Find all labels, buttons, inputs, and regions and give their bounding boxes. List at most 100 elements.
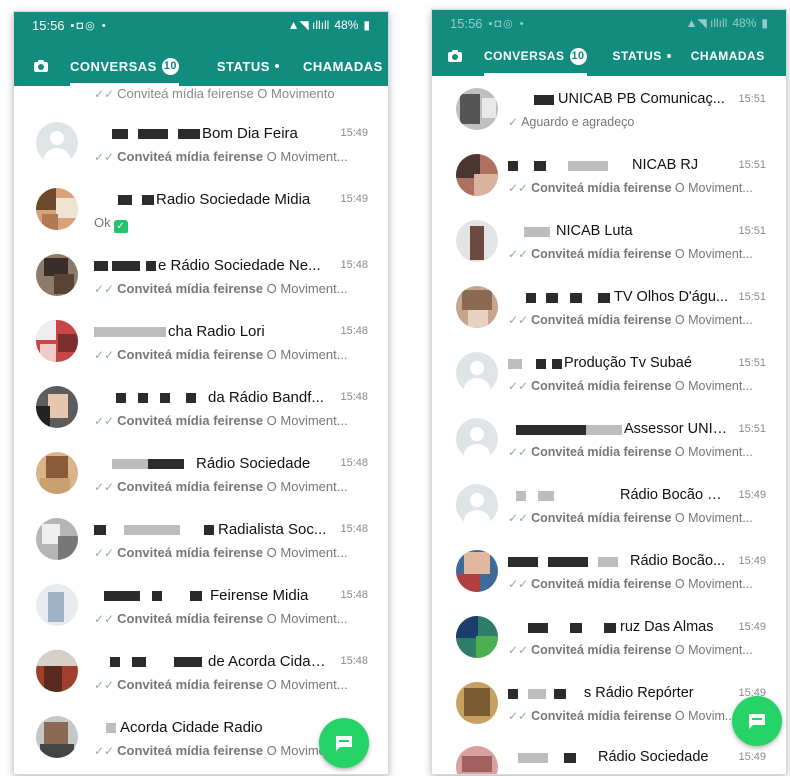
avatar-photo [456,220,498,262]
redacted-text [508,557,538,567]
redacted-text [552,359,562,369]
chat-row[interactable]: Rádio Bocão News 15:49 ✓✓Conviteá mídia … [432,474,786,540]
double-check-icon: ✓✓ [94,678,115,692]
double-check-icon: ✓✓ [508,577,529,591]
avatar-photo [456,682,498,724]
avatar-photo [36,650,78,692]
double-check-icon: ✓✓ [508,709,529,723]
double-check-icon: ✓✓ [508,511,529,525]
chat-row[interactable]: Assessor UNICAB 15:51 ✓✓Conviteá mídia f… [432,408,786,474]
chat-row[interactable]: ruz Das Almas 15:49 ✓✓ Conviteá mídia fei… [432,606,786,672]
chat-name: Acorda Cidade Radio [120,719,263,736]
chat-name: NICAB Luta [556,223,633,239]
tab-bar: CONVERSAS 10 STATUS CHAMADAS [14,46,388,86]
status-time: 15:56 [450,15,483,31]
chat-row[interactable]: NICAB Luta 15:51 ✓✓ Conviteá mídia feiren… [432,210,786,276]
redacted-text [508,359,522,369]
double-check-icon: ✓✓ [508,643,529,657]
notification-icons: ▪◘◎ • [488,17,526,30]
battery-icon: ▮ [363,18,370,32]
chat-name: e Rádio Sociedade Ne... [158,257,321,274]
chat-name: ruz Das Almas [620,619,714,635]
chat-name: Radio Sociedade Midia [156,191,311,208]
chat-row[interactable]: Bom Dia Feira 15:49 ✓✓ Conviteá mídia fei… [14,112,388,178]
chat-preview: ✓✓ Conviteá mídia feirense O Moviment... [508,379,753,393]
double-check-icon: ✓✓ [94,744,115,758]
chat-time: 15:49 [340,127,368,139]
redacted-text [518,753,548,763]
chat-name: Rádio Bocão News [620,487,728,503]
tab-chamadas[interactable]: CHAMADAS [303,46,383,86]
message-icon [749,714,765,729]
chat-time: 15:49 [738,621,766,633]
chat-row[interactable]: Radio Sociedade Midia 15:49 Ok ✓ [14,178,388,244]
app-header: 15:56 ▪◘◎ • ▲◥ ıllıll 48% ▮ CONVERSAS 10… [432,10,786,76]
chat-row[interactable]: de Acorda Cidad... 15:48 ✓✓ Conviteá mídi… [14,640,388,706]
camera-icon[interactable] [446,48,464,64]
avatar-photo [36,716,78,758]
chat-row[interactable]: cha Radio Lori 15:48 ✓✓ Conviteá mídia fe… [14,310,388,376]
chat-time: 15:48 [340,391,368,403]
double-check-icon: ✓✓ [94,546,115,560]
chat-row[interactable]: Feirense Midia 15:48 ✓✓ Conviteá mídia fe… [14,574,388,640]
avatar-photo [36,518,78,560]
signal-icon: ▲◥ ıllıll [287,18,330,32]
tab-conversas[interactable]: CONVERSAS 10 [70,46,179,86]
avatar-photo [456,550,498,592]
battery-level: 48% [732,16,757,30]
redacted-text [534,161,546,171]
new-chat-button[interactable] [319,718,369,768]
chat-preview: ✓ Aguardo e agradeço [508,115,635,129]
tab-chamadas-label: CHAMADAS [690,49,765,63]
chat-row[interactable]: UNICAB PB Comunicaç... 15:51 ✓ Aguardo e … [432,78,786,144]
chat-row[interactable]: TV Olhos D'águ... 15:51 ✓✓ Conviteá mídia… [432,276,786,342]
tab-chamadas[interactable]: CHAMADAS [691,36,765,76]
status-dot-icon [274,64,279,68]
redacted-text [554,689,566,699]
left-phone-screen: 15:56 ▪◘◎ • ▲◥ ıllıll 48% ▮ CONVERSAS 10… [14,12,388,774]
chat-row[interactable]: Rádio Sociedade 15:48 ✓✓ Conviteá mídia f… [14,442,388,508]
redacted-text [124,525,180,535]
chat-row[interactable]: Radialista Soc... 15:48 ✓✓ Conviteá mídia… [14,508,388,574]
battery-level: 48% [334,18,359,32]
chat-row[interactable]: Rádio Sociedade 15:49 [432,736,786,774]
redacted-text [570,293,582,303]
status-right: ▲◥ ıllıll 48% ▮ [686,16,768,30]
avatar-photo [36,386,78,428]
redacted-text [146,261,156,271]
double-check-icon: ✓✓ [508,247,529,261]
tab-status[interactable]: STATUS [613,36,671,76]
redacted-text [138,129,168,139]
tab-conversas[interactable]: CONVERSAS 10 [484,36,587,76]
chat-time: 15:51 [738,225,766,237]
double-check-icon: ✓✓ [94,480,115,494]
double-check-icon: ✓✓ [508,313,529,327]
chat-row[interactable]: NICAB RJ 15:51 ✓✓ Conviteá mídia feirense… [432,144,786,210]
chat-row[interactable]: Produção Tv Subaé 15:51 ✓✓ Conviteá mídia… [432,342,786,408]
chat-name: Radialista Soc... [218,521,327,538]
redacted-text [104,591,140,601]
redacted-text [534,95,554,105]
chat-preview: ✓✓ Conviteá mídia feirense O Moviment... [94,149,348,164]
tab-conversas-label: CONVERSAS [70,58,157,74]
redacted-text [598,557,618,567]
chat-name: Rádio Bocão... [630,553,726,569]
redacted-text [94,327,166,337]
chat-row[interactable]: e Rádio Sociedade Ne... 15:48 ✓✓ Conviteá… [14,244,388,310]
unread-count-badge: 10 [569,47,587,65]
double-check-icon: ✓✓ [94,348,115,362]
chat-preview: ✓✓ Conviteá mídia feirense O Moviment... [508,247,753,261]
avatar-photo [456,286,498,328]
redacted-text [178,129,200,139]
single-check-icon: ✓ [508,115,519,129]
redacted-text [604,623,616,633]
tab-status[interactable]: STATUS [217,46,279,86]
avatar-photo [36,254,78,296]
new-chat-button[interactable] [732,696,782,746]
chat-name: Rádio Sociedade [598,749,709,765]
chat-row[interactable]: Rádio Bocão... 15:49 ✓✓ Conviteá mídia fe… [432,540,786,606]
avatar-photo [456,616,498,658]
redacted-text [160,393,170,403]
chat-row[interactable]: da Rádio Bandf... 15:48 ✓✓ Conviteá mídia… [14,376,388,442]
camera-icon[interactable] [32,58,50,74]
